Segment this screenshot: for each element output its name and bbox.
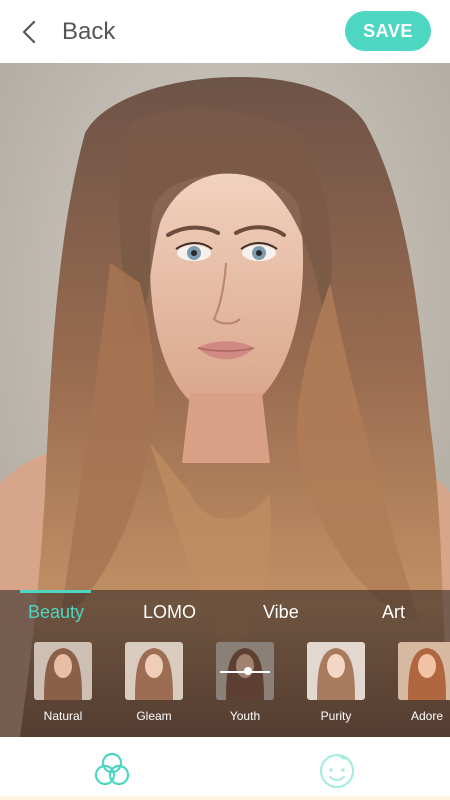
preset-thumbnail — [34, 642, 92, 700]
tab-vibe[interactable]: Vibe — [263, 602, 299, 623]
save-button[interactable]: SAVE — [345, 11, 431, 51]
preset-gleam[interactable]: Gleam — [117, 642, 191, 723]
tab-art[interactable]: Art — [382, 602, 405, 623]
preset-adore[interactable]: Adore — [390, 642, 450, 723]
preset-youth[interactable]: Youth — [208, 642, 282, 723]
face-retouch-icon[interactable] — [317, 750, 357, 790]
back-label: Back — [62, 18, 116, 45]
filters-icon[interactable] — [92, 750, 132, 790]
preset-label: Youth — [229, 709, 261, 723]
preset-label: Purity — [320, 709, 352, 723]
preset-label: Adore — [410, 709, 444, 723]
preset-thumbnail — [125, 642, 183, 700]
preset-purity[interactable]: Purity — [299, 642, 373, 723]
preset-thumbnail — [216, 642, 274, 700]
intensity-slider-knob[interactable] — [244, 667, 252, 675]
bottom-divider — [0, 796, 450, 800]
filter-panel: Beauty LOMO Vibe Art Natural Gleam Youth — [0, 590, 450, 737]
preset-label: Natural — [43, 709, 83, 723]
filter-category-tabs: Beauty LOMO Vibe Art — [0, 590, 450, 634]
preset-label: Gleam — [136, 709, 172, 723]
back-button[interactable]: Back — [22, 12, 115, 52]
top-bar: Back SAVE — [0, 0, 450, 63]
filter-preset-list: Natural Gleam Youth Purity Adore — [0, 642, 450, 730]
tab-beauty[interactable]: Beauty — [28, 602, 84, 623]
chevron-left-icon — [22, 20, 36, 44]
tab-lomo[interactable]: LOMO — [143, 602, 196, 623]
preset-thumbnail — [398, 642, 450, 700]
preset-thumbnail — [307, 642, 365, 700]
preset-natural[interactable]: Natural — [26, 642, 100, 723]
bottom-toolbar — [0, 737, 450, 800]
